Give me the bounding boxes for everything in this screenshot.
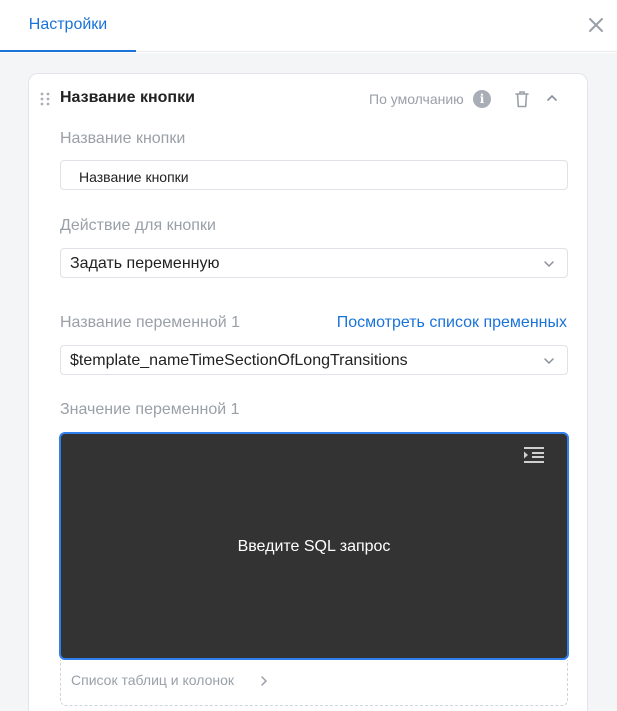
settings-header: Настройки <box>0 0 617 52</box>
variable-value-label: Значение переменной 1 <box>60 401 240 418</box>
settings-body: Название кнопки По умолчанию i Название … <box>0 53 617 711</box>
default-label: По умолчанию <box>369 91 464 107</box>
info-icon[interactable]: i <box>473 90 491 108</box>
button-settings-card: Название кнопки По умолчанию i Название … <box>28 73 588 711</box>
drag-handle-icon[interactable] <box>40 92 50 106</box>
sql-editor-placeholder: Введите SQL запрос <box>237 538 391 555</box>
action-value: Задать переменную <box>70 255 220 272</box>
action-select[interactable]: Задать переменную <box>60 248 568 278</box>
chevron-down-icon <box>544 261 554 268</box>
action-label: Действие для кнопки <box>60 217 216 234</box>
indent-icon[interactable] <box>523 446 545 464</box>
button-name-input[interactable]: Название кнопки <box>60 160 568 190</box>
variable-name-value: $template_nameTimeSectionOfLongTransitio… <box>70 352 408 369</box>
close-icon[interactable] <box>585 14 607 36</box>
tab-settings[interactable]: Настройки <box>0 0 136 52</box>
tables-and-columns-label: Список таблиц и колонок <box>71 672 235 688</box>
chevron-down-icon <box>544 358 554 365</box>
chevron-right-icon <box>261 676 268 686</box>
button-name-value: Название кнопки <box>79 169 189 185</box>
variable-list-link[interactable]: Посмотреть список пременных <box>337 314 567 332</box>
trash-icon[interactable] <box>515 90 529 108</box>
tables-and-columns-panel[interactable]: Список таблиц и колонок <box>60 660 568 706</box>
sql-editor[interactable]: Введите SQL запрос <box>59 432 569 660</box>
variable-name-select[interactable]: $template_nameTimeSectionOfLongTransitio… <box>60 345 568 375</box>
button-name-label: Название кнопки <box>60 130 186 147</box>
variable-name-label: Название переменной 1 <box>60 314 241 331</box>
chevron-up-icon[interactable] <box>545 91 559 105</box>
tab-settings-label: Настройки <box>28 16 108 33</box>
card-title: Название кнопки <box>60 89 195 106</box>
